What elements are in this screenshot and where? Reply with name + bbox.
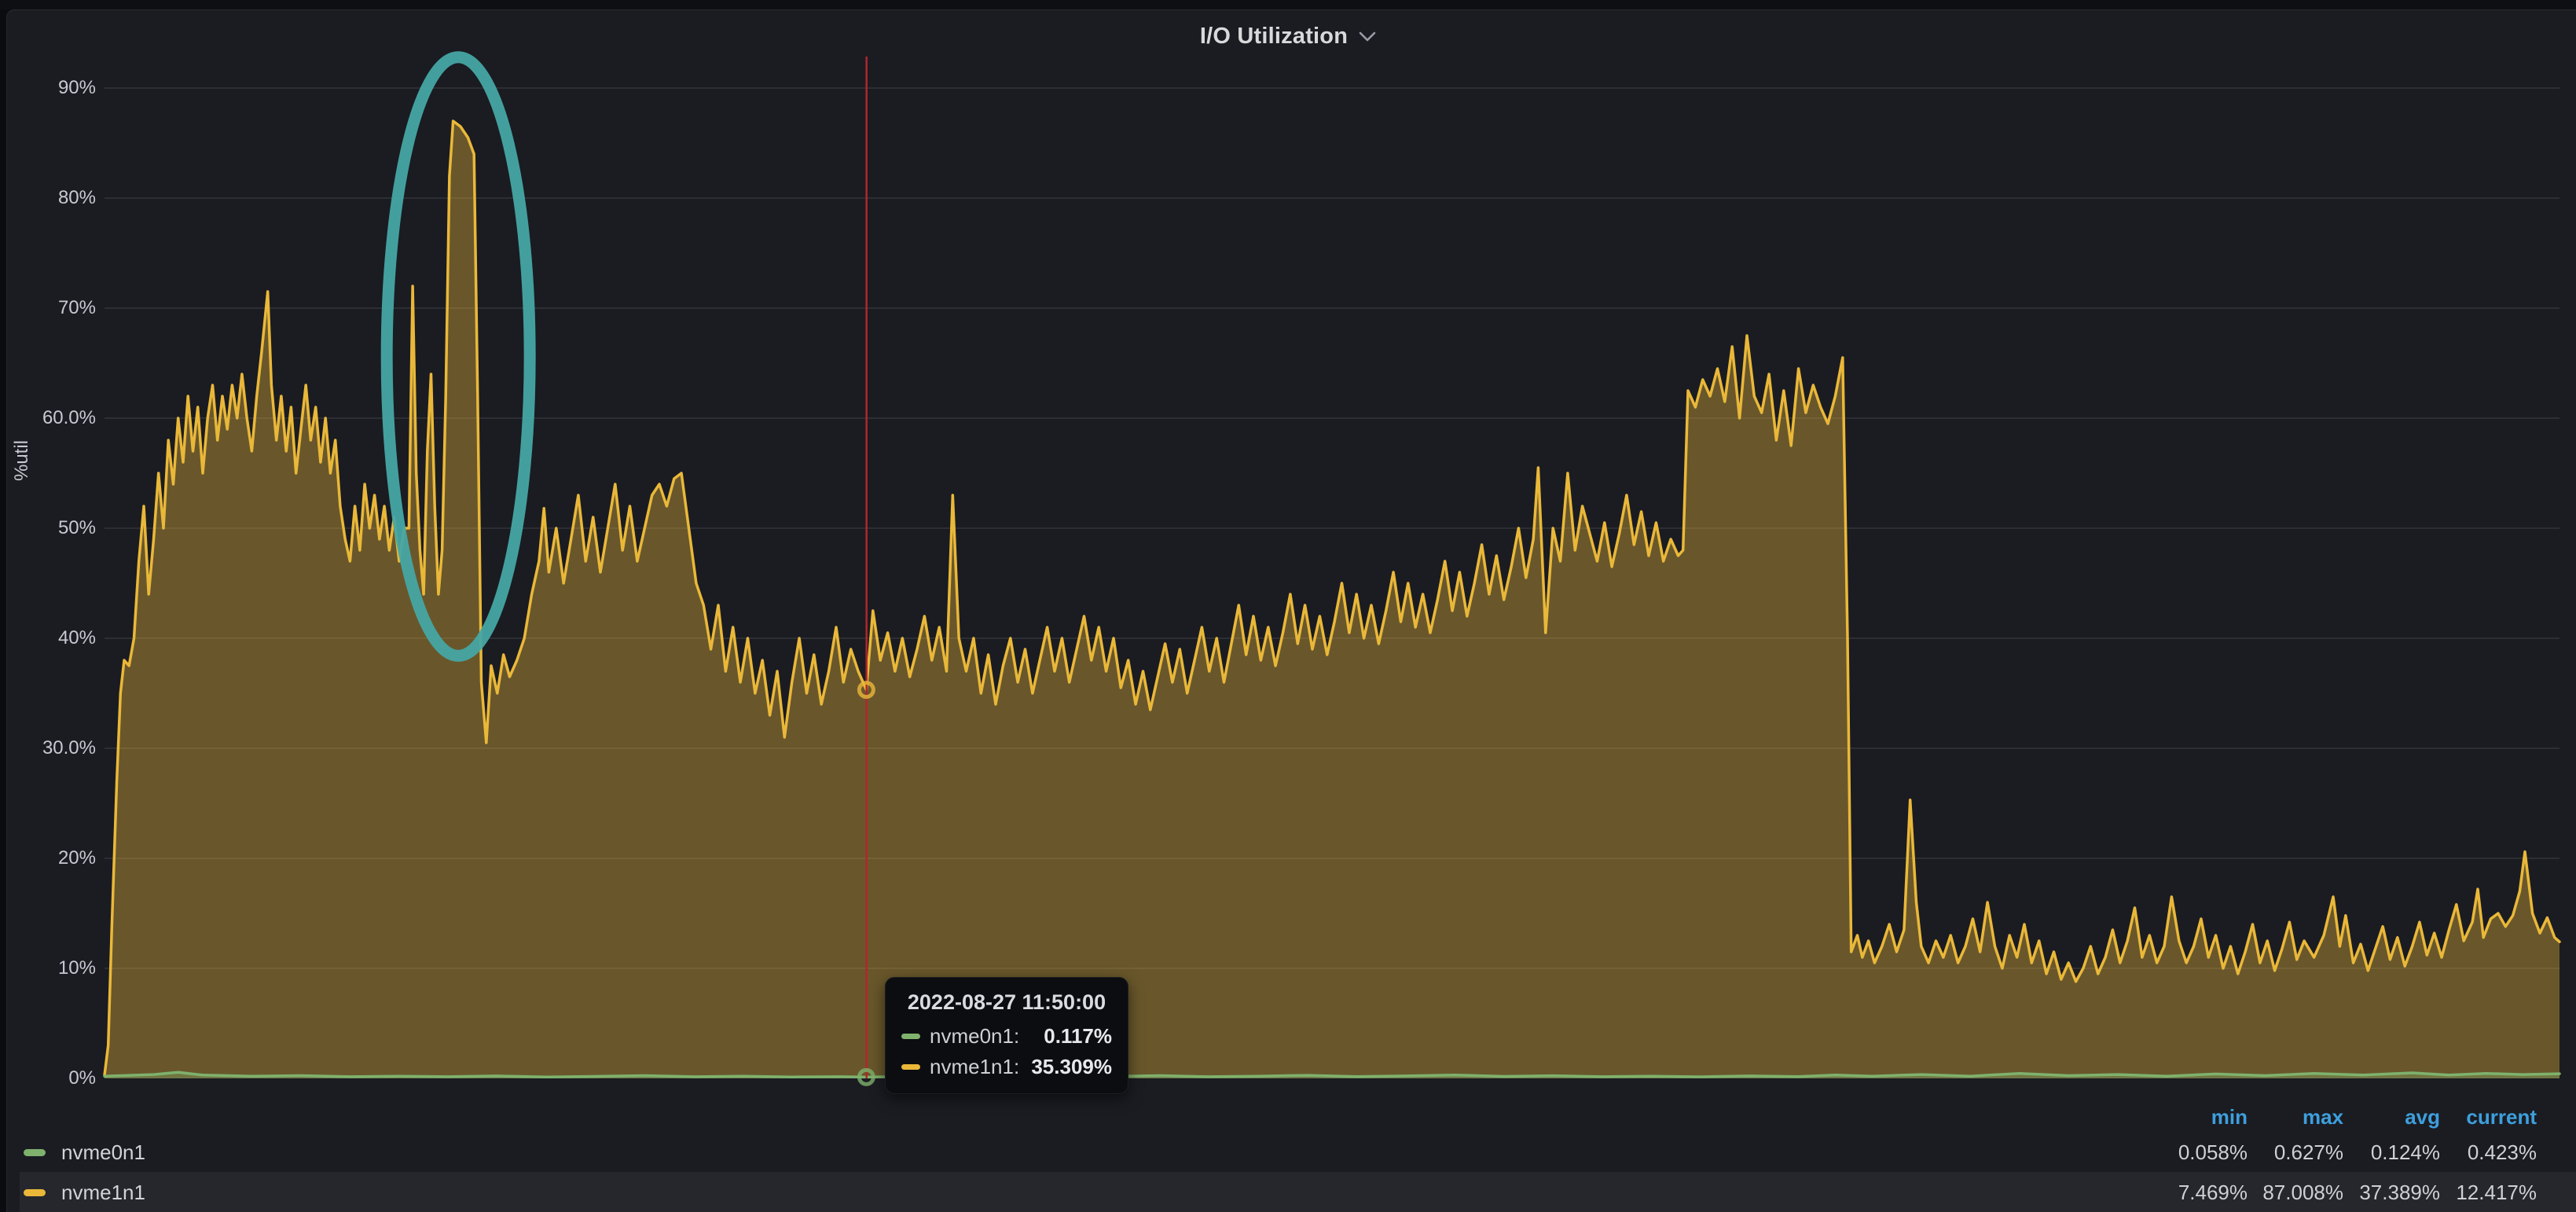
- tooltip-series-value: 0.117%: [1044, 1024, 1112, 1049]
- tooltip-row-nvme1n1: nvme1n1: 35.309%: [901, 1055, 1112, 1079]
- legend-item-nvme0n1[interactable]: nvme0n1: [61, 1139, 145, 1166]
- y-tick-0%: 0%: [0, 1067, 96, 1090]
- tooltip-series-label: nvme1n1:: [930, 1055, 1019, 1079]
- y-tick-40%: 40%: [0, 626, 96, 650]
- legend-row-nvme0n1: nvme0n1 0.058% 0.627% 0.124% 0.423%: [0, 1139, 2576, 1166]
- legend-header-row: min max avg current: [0, 1104, 2576, 1130]
- y-tick-10%: 10%: [0, 957, 96, 980]
- y-axis-title: %util: [11, 440, 33, 481]
- y-tick-20%: 20%: [0, 847, 96, 870]
- y-tick-30.0%: 30.0%: [0, 736, 96, 760]
- tooltip-series-swatch-nvme1n1: [901, 1064, 920, 1070]
- legend-row-nvme1n1: nvme1n1 7.469% 87.008% 37.389% 12.417%: [0, 1179, 2576, 1206]
- y-tick-80%: 80%: [0, 186, 96, 210]
- chart-tooltip: 2022-08-27 11:50:00 nvme0n1: 0.117% nvme…: [885, 977, 1128, 1094]
- tooltip-series-swatch-nvme0n1: [901, 1034, 920, 1039]
- legend-item-nvme1n1[interactable]: nvme1n1: [61, 1179, 145, 1206]
- window-top-strip: [0, 0, 2576, 9]
- y-tick-50%: 50%: [0, 516, 96, 540]
- tooltip-series-label: nvme0n1:: [930, 1024, 1019, 1049]
- legend-header-current[interactable]: current: [2395, 1104, 2537, 1130]
- legend-swatch-nvme1n1: [24, 1189, 46, 1196]
- y-tick-70%: 70%: [0, 296, 96, 320]
- y-tick-90%: 90%: [0, 76, 96, 100]
- tooltip-row-nvme0n1: nvme0n1: 0.117%: [901, 1024, 1112, 1049]
- legend-value-current: 0.423%: [2395, 1139, 2537, 1166]
- panel-header[interactable]: I/O Utilization: [0, 13, 2576, 60]
- chevron-down-icon[interactable]: [1359, 31, 1376, 46]
- grafana-io-utilization-panel: I/O Utilization %util 0% 10% 20% 30.0% 40% 50…: [0, 0, 2576, 1212]
- tooltip-timestamp: 2022-08-27 11:50:00: [901, 990, 1112, 1015]
- panel-title: I/O Utilization: [1200, 24, 1348, 50]
- series-area-nvme1n1: [105, 121, 2559, 1078]
- legend-value-current: 12.417%: [2395, 1179, 2537, 1206]
- legend-swatch-nvme0n1: [24, 1149, 46, 1156]
- y-tick-60.0%: 60.0%: [0, 406, 96, 430]
- tooltip-series-value: 35.309%: [1031, 1055, 1112, 1079]
- chart-canvas[interactable]: [105, 72, 2559, 1082]
